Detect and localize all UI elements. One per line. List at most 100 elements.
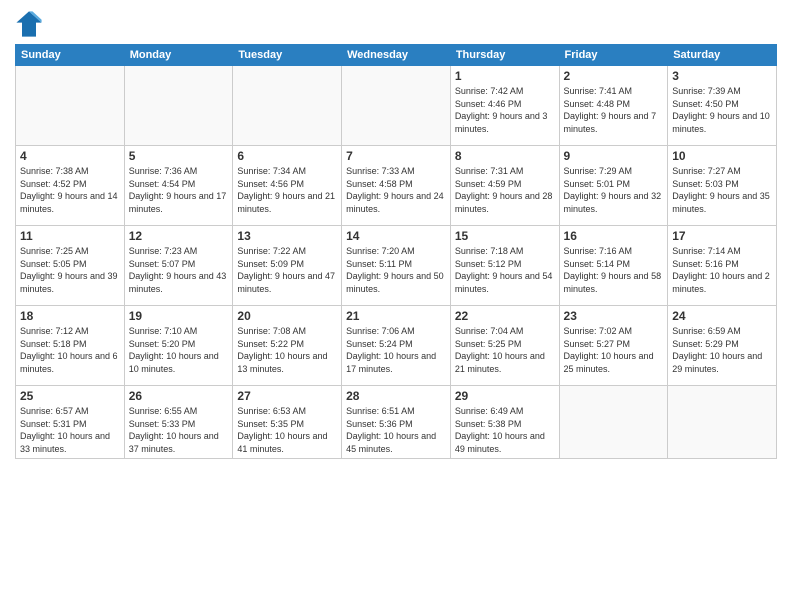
calendar-cell: 16 Sunrise: 7:16 AMSunset: 5:14 PMDayligh…	[559, 226, 668, 306]
day-info: Sunrise: 7:36 AMSunset: 4:54 PMDaylight:…	[129, 165, 229, 215]
day-info: Sunrise: 6:53 AMSunset: 5:35 PMDaylight:…	[237, 405, 337, 455]
day-number: 9	[564, 149, 664, 163]
calendar-cell: 21 Sunrise: 7:06 AMSunset: 5:24 PMDayligh…	[342, 306, 451, 386]
calendar-week-row: 25 Sunrise: 6:57 AMSunset: 5:31 PMDayligh…	[16, 386, 777, 459]
calendar-cell: 28 Sunrise: 6:51 AMSunset: 5:36 PMDayligh…	[342, 386, 451, 459]
day-info: Sunrise: 7:31 AMSunset: 4:59 PMDaylight:…	[455, 165, 555, 215]
calendar-cell	[668, 386, 777, 459]
day-info: Sunrise: 7:23 AMSunset: 5:07 PMDaylight:…	[129, 245, 229, 295]
logo-icon	[15, 10, 43, 38]
calendar-cell: 29 Sunrise: 6:49 AMSunset: 5:38 PMDayligh…	[450, 386, 559, 459]
calendar-cell: 2Sunrise: 7:41 AMSunset: 4:48 PMDaylight…	[559, 66, 668, 146]
day-number: 24	[672, 309, 772, 323]
calendar-cell: 7 Sunrise: 7:33 AMSunset: 4:58 PMDaylight…	[342, 146, 451, 226]
day-info: Sunrise: 7:12 AMSunset: 5:18 PMDaylight:…	[20, 325, 120, 375]
calendar-cell: 26 Sunrise: 6:55 AMSunset: 5:33 PMDayligh…	[124, 386, 233, 459]
day-info: Sunrise: 7:18 AMSunset: 5:12 PMDaylight:…	[455, 245, 555, 295]
calendar-cell	[233, 66, 342, 146]
day-info: Sunrise: 7:42 AMSunset: 4:46 PMDaylight:…	[455, 85, 555, 135]
day-number: 13	[237, 229, 337, 243]
day-info: Sunrise: 6:59 AMSunset: 5:29 PMDaylight:…	[672, 325, 772, 375]
day-info: Sunrise: 7:38 AMSunset: 4:52 PMDaylight:…	[20, 165, 120, 215]
day-info: Sunrise: 7:08 AMSunset: 5:22 PMDaylight:…	[237, 325, 337, 375]
calendar-cell	[16, 66, 125, 146]
calendar-cell: 3 Sunrise: 7:39 AMSunset: 4:50 PMDaylight…	[668, 66, 777, 146]
day-info: Sunrise: 7:06 AMSunset: 5:24 PMDaylight:…	[346, 325, 446, 375]
day-info: Sunrise: 6:55 AMSunset: 5:33 PMDaylight:…	[129, 405, 229, 455]
calendar-cell: 5Sunrise: 7:36 AMSunset: 4:54 PMDaylight…	[124, 146, 233, 226]
day-info: Sunrise: 7:34 AMSunset: 4:56 PMDaylight:…	[237, 165, 337, 215]
day-number: 21	[346, 309, 446, 323]
day-number: 19	[129, 309, 229, 323]
day-number: 12	[129, 229, 229, 243]
calendar-cell: 12 Sunrise: 7:23 AMSunset: 5:07 PMDayligh…	[124, 226, 233, 306]
day-info: Sunrise: 7:04 AMSunset: 5:25 PMDaylight:…	[455, 325, 555, 375]
calendar-cell: 13 Sunrise: 7:22 AMSunset: 5:09 PMDayligh…	[233, 226, 342, 306]
calendar-cell: 20 Sunrise: 7:08 AMSunset: 5:22 PMDayligh…	[233, 306, 342, 386]
day-info: Sunrise: 7:14 AMSunset: 5:16 PMDaylight:…	[672, 245, 772, 295]
day-number: 11	[20, 229, 120, 243]
day-number: 1	[455, 69, 555, 83]
day-info: Sunrise: 7:27 AMSunset: 5:03 PMDaylight:…	[672, 165, 772, 215]
calendar-day-header: Tuesday	[233, 45, 342, 66]
day-number: 27	[237, 389, 337, 403]
day-number: 25	[20, 389, 120, 403]
calendar-header-row: SundayMondayTuesdayWednesdayThursdayFrid…	[16, 45, 777, 66]
day-number: 29	[455, 389, 555, 403]
day-number: 4	[20, 149, 120, 163]
day-number: 18	[20, 309, 120, 323]
calendar-day-header: Wednesday	[342, 45, 451, 66]
calendar-cell: 22 Sunrise: 7:04 AMSunset: 5:25 PMDayligh…	[450, 306, 559, 386]
calendar-cell: 11Sunrise: 7:25 AMSunset: 5:05 PMDayligh…	[16, 226, 125, 306]
calendar-week-row: 18 Sunrise: 7:12 AMSunset: 5:18 PMDayligh…	[16, 306, 777, 386]
day-number: 22	[455, 309, 555, 323]
calendar-day-header: Sunday	[16, 45, 125, 66]
day-number: 16	[564, 229, 664, 243]
calendar-cell: 1 Sunrise: 7:42 AMSunset: 4:46 PMDaylight…	[450, 66, 559, 146]
day-info: Sunrise: 7:22 AMSunset: 5:09 PMDaylight:…	[237, 245, 337, 295]
day-info: Sunrise: 7:16 AMSunset: 5:14 PMDaylight:…	[564, 245, 664, 295]
day-number: 14	[346, 229, 446, 243]
day-number: 26	[129, 389, 229, 403]
calendar-cell: 27 Sunrise: 6:53 AMSunset: 5:35 PMDayligh…	[233, 386, 342, 459]
calendar-week-row: 4 Sunrise: 7:38 AMSunset: 4:52 PMDaylight…	[16, 146, 777, 226]
calendar-day-header: Friday	[559, 45, 668, 66]
calendar-cell: 17Sunrise: 7:14 AMSunset: 5:16 PMDayligh…	[668, 226, 777, 306]
calendar-day-header: Thursday	[450, 45, 559, 66]
calendar-week-row: 11Sunrise: 7:25 AMSunset: 5:05 PMDayligh…	[16, 226, 777, 306]
day-info: Sunrise: 7:10 AMSunset: 5:20 PMDaylight:…	[129, 325, 229, 375]
calendar-cell	[124, 66, 233, 146]
day-number: 28	[346, 389, 446, 403]
calendar-cell: 14 Sunrise: 7:20 AMSunset: 5:11 PMDayligh…	[342, 226, 451, 306]
calendar-cell: 24 Sunrise: 6:59 AMSunset: 5:29 PMDayligh…	[668, 306, 777, 386]
calendar-cell	[559, 386, 668, 459]
calendar-day-header: Monday	[124, 45, 233, 66]
calendar-day-header: Saturday	[668, 45, 777, 66]
calendar-week-row: 1 Sunrise: 7:42 AMSunset: 4:46 PMDaylight…	[16, 66, 777, 146]
day-number: 7	[346, 149, 446, 163]
page: SundayMondayTuesdayWednesdayThursdayFrid…	[0, 0, 792, 612]
calendar-cell: 6 Sunrise: 7:34 AMSunset: 4:56 PMDaylight…	[233, 146, 342, 226]
calendar-cell: 18 Sunrise: 7:12 AMSunset: 5:18 PMDayligh…	[16, 306, 125, 386]
calendar-cell: 15 Sunrise: 7:18 AMSunset: 5:12 PMDayligh…	[450, 226, 559, 306]
day-number: 20	[237, 309, 337, 323]
day-info: Sunrise: 7:20 AMSunset: 5:11 PMDaylight:…	[346, 245, 446, 295]
calendar-cell: 19 Sunrise: 7:10 AMSunset: 5:20 PMDayligh…	[124, 306, 233, 386]
calendar-cell: 9Sunrise: 7:29 AMSunset: 5:01 PMDaylight…	[559, 146, 668, 226]
calendar-table: SundayMondayTuesdayWednesdayThursdayFrid…	[15, 44, 777, 459]
day-number: 23	[564, 309, 664, 323]
day-info: Sunrise: 7:39 AMSunset: 4:50 PMDaylight:…	[672, 85, 772, 135]
day-number: 8	[455, 149, 555, 163]
day-info: Sunrise: 6:49 AMSunset: 5:38 PMDaylight:…	[455, 405, 555, 455]
day-number: 15	[455, 229, 555, 243]
calendar-cell: 25 Sunrise: 6:57 AMSunset: 5:31 PMDayligh…	[16, 386, 125, 459]
calendar-cell	[342, 66, 451, 146]
day-number: 6	[237, 149, 337, 163]
day-info: Sunrise: 7:41 AMSunset: 4:48 PMDaylight:…	[564, 85, 664, 135]
calendar-cell: 4 Sunrise: 7:38 AMSunset: 4:52 PMDaylight…	[16, 146, 125, 226]
day-number: 3	[672, 69, 772, 83]
day-info: Sunrise: 6:51 AMSunset: 5:36 PMDaylight:…	[346, 405, 446, 455]
day-info: Sunrise: 7:02 AMSunset: 5:27 PMDaylight:…	[564, 325, 664, 375]
day-info: Sunrise: 6:57 AMSunset: 5:31 PMDaylight:…	[20, 405, 120, 455]
day-info: Sunrise: 7:33 AMSunset: 4:58 PMDaylight:…	[346, 165, 446, 215]
